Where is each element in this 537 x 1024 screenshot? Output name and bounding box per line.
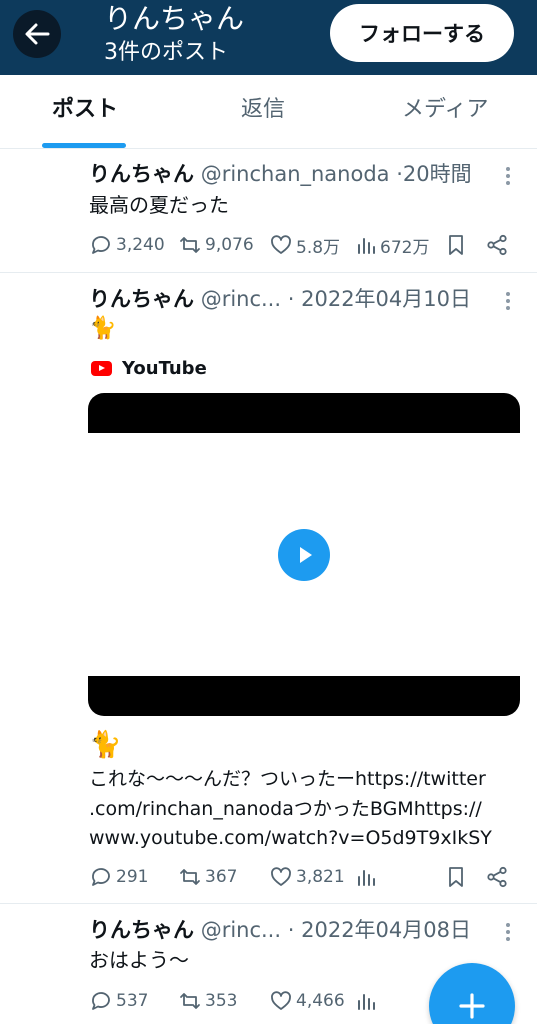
post-divider: [0, 272, 537, 273]
reply-count: 3,240: [116, 235, 165, 255]
heart-icon: [271, 867, 291, 886]
repost-button[interactable]: 9,076: [178, 230, 254, 260]
repost-button[interactable]: 353: [178, 986, 237, 1016]
plus-icon: [459, 993, 485, 1019]
views-button[interactable]: [355, 986, 380, 1016]
tab-media[interactable]: メディア: [402, 95, 488, 125]
reply-button[interactable]: 291: [89, 862, 148, 892]
views-chart-icon: [358, 870, 375, 886]
views-count: 672万: [380, 237, 430, 258]
repost-button[interactable]: 367: [178, 862, 237, 892]
post-count: 3件のポスト: [104, 40, 228, 65]
separator-dot: ·: [396, 162, 403, 186]
author-handle[interactable]: @rinchan_nanoda: [201, 162, 390, 186]
views-button[interactable]: [355, 862, 380, 892]
cat-emoji: 🐈: [89, 730, 122, 760]
post-time[interactable]: 20時間: [403, 162, 472, 186]
heart-icon: [271, 991, 291, 1010]
follow-button[interactable]: フォローする: [330, 4, 514, 62]
more-options-icon[interactable]: [498, 918, 518, 946]
bookmark-icon: [449, 235, 463, 255]
post-text: 最高の夏だった: [89, 193, 229, 217]
post-text: おはよう〜: [89, 948, 189, 972]
tab-posts[interactable]: ポスト: [52, 95, 118, 125]
author-handle[interactable]: @rinc...: [201, 287, 281, 311]
author-name[interactable]: りんちゃん: [89, 287, 194, 311]
reply-button[interactable]: 537: [89, 986, 148, 1016]
post-header: りんちゃん @rinc... · 2022年04月10日: [89, 285, 471, 313]
post-actions: 3,240 9,076 5.8万 672万: [89, 230, 519, 260]
heart-icon: [271, 235, 291, 254]
like-button[interactable]: 4,466: [269, 986, 345, 1016]
post-time[interactable]: 2022年04月08日: [301, 918, 471, 942]
views-button[interactable]: 672万: [355, 230, 429, 260]
author-name[interactable]: りんちゃん: [89, 918, 194, 942]
views-chart-icon: [358, 238, 375, 254]
separator-dot: ·: [287, 918, 295, 942]
profile-header: りんちゃん 3件のポスト フォローする: [0, 0, 537, 75]
youtube-logo-icon: [91, 361, 112, 376]
compose-button[interactable]: [429, 963, 515, 1024]
active-tab-indicator: [42, 143, 126, 148]
embed-source[interactable]: YouTube: [91, 358, 207, 379]
share-icon: [487, 234, 507, 256]
reply-icon: [92, 236, 110, 254]
reply-count: 537: [116, 991, 149, 1011]
bookmark-icon: [449, 867, 463, 887]
repost-count: 9,076: [205, 235, 254, 255]
play-button[interactable]: [278, 529, 330, 581]
video-letterbox-bottom: [88, 676, 520, 716]
share-button[interactable]: [485, 230, 509, 260]
tab-replies[interactable]: 返信: [241, 95, 285, 125]
repost-icon: [180, 237, 200, 253]
post-header: りんちゃん @rinc... · 2022年04月08日: [89, 916, 471, 944]
like-button[interactable]: 3,821: [269, 862, 345, 892]
video-letterbox-top: [88, 393, 520, 433]
post-divider: [0, 903, 537, 904]
post-header: りんちゃん @rinchan_nanoda ·20時間: [89, 160, 472, 188]
repost-count: 367: [205, 867, 238, 887]
reply-count: 291: [116, 867, 149, 887]
repost-icon: [180, 869, 200, 885]
post-text-line: www.youtube.com/watch?v=O5d9T9xIkSY: [89, 827, 492, 849]
profile-name: りんちゃん: [104, 2, 245, 35]
cat-emoji: 🐈: [89, 316, 117, 341]
arrow-left-icon: [25, 23, 50, 45]
post-text-line: .com/rinchan_nanodaつかったBGMhttps://: [89, 798, 482, 820]
repost-count: 353: [205, 991, 238, 1011]
separator-dot: ·: [287, 287, 295, 311]
author-name[interactable]: りんちゃん: [89, 162, 194, 186]
like-count: 5.8万: [296, 237, 341, 258]
post-time[interactable]: 2022年04月10日: [301, 287, 471, 311]
reply-button[interactable]: 3,240: [89, 230, 165, 260]
like-count: 4,466: [296, 991, 345, 1011]
embed-site-name: YouTube: [122, 358, 207, 379]
share-icon: [487, 866, 507, 888]
more-options-icon[interactable]: [498, 287, 518, 315]
post-text-line: これな〜〜〜んだ？ついったーhttps://twitter: [89, 768, 486, 790]
author-handle[interactable]: @rinc...: [201, 918, 281, 942]
post-actions: 291 367 3,821: [89, 862, 519, 892]
bookmark-button[interactable]: [444, 230, 468, 260]
reply-icon: [92, 992, 110, 1010]
reply-icon: [92, 868, 110, 886]
bookmark-button[interactable]: [444, 862, 468, 892]
repost-icon: [180, 993, 200, 1009]
like-count: 3,821: [296, 867, 345, 887]
more-options-icon[interactable]: [498, 162, 518, 190]
play-icon: [300, 547, 312, 563]
profile-tabs: ポスト 返信 メディア: [0, 75, 537, 149]
like-button[interactable]: 5.8万: [269, 230, 340, 260]
video-embed[interactable]: [88, 393, 520, 716]
share-button[interactable]: [485, 862, 509, 892]
back-button[interactable]: [13, 10, 61, 58]
views-chart-icon: [358, 994, 375, 1010]
